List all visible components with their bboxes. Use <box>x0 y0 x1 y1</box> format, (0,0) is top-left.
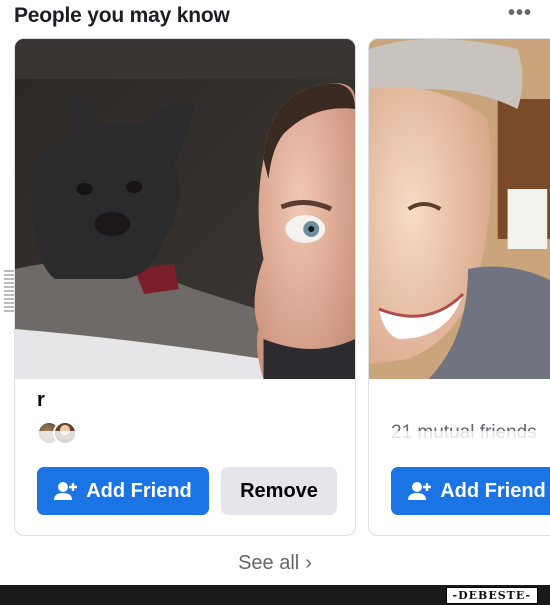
add-friend-label: Add Friend <box>86 479 192 502</box>
add-friend-label: Add Friend <box>440 479 546 502</box>
see-all-label: See all <box>238 552 300 574</box>
photo-illustration <box>15 39 355 379</box>
footer-bar: -DEBESTE- <box>0 585 550 605</box>
suggestion-card: 21 mutual friends Add Friend <box>368 38 550 536</box>
watermark-logo: -DEBESTE- <box>445 587 538 604</box>
image-occlusion <box>369 431 550 461</box>
profile-photo[interactable] <box>15 39 355 379</box>
person-name[interactable]: r <box>37 389 45 412</box>
chevron-right-icon: › <box>305 552 312 574</box>
remove-button[interactable]: Remove <box>221 467 337 515</box>
ellipsis-icon: ••• <box>507 1 532 24</box>
side-watermark <box>4 270 14 312</box>
section-title: People you may know <box>14 4 230 27</box>
profile-photo[interactable] <box>369 39 550 379</box>
image-occlusion <box>15 431 355 461</box>
person-plus-icon <box>54 481 78 501</box>
see-all-link[interactable]: See all › <box>0 552 550 575</box>
photo-illustration <box>369 39 550 379</box>
person-plus-icon <box>408 481 432 501</box>
add-friend-button[interactable]: Add Friend <box>37 467 209 515</box>
suggestion-card: r Add Friend Remove <box>14 38 356 536</box>
more-options-button[interactable]: ••• <box>502 0 538 26</box>
add-friend-button[interactable]: Add Friend <box>391 467 550 515</box>
